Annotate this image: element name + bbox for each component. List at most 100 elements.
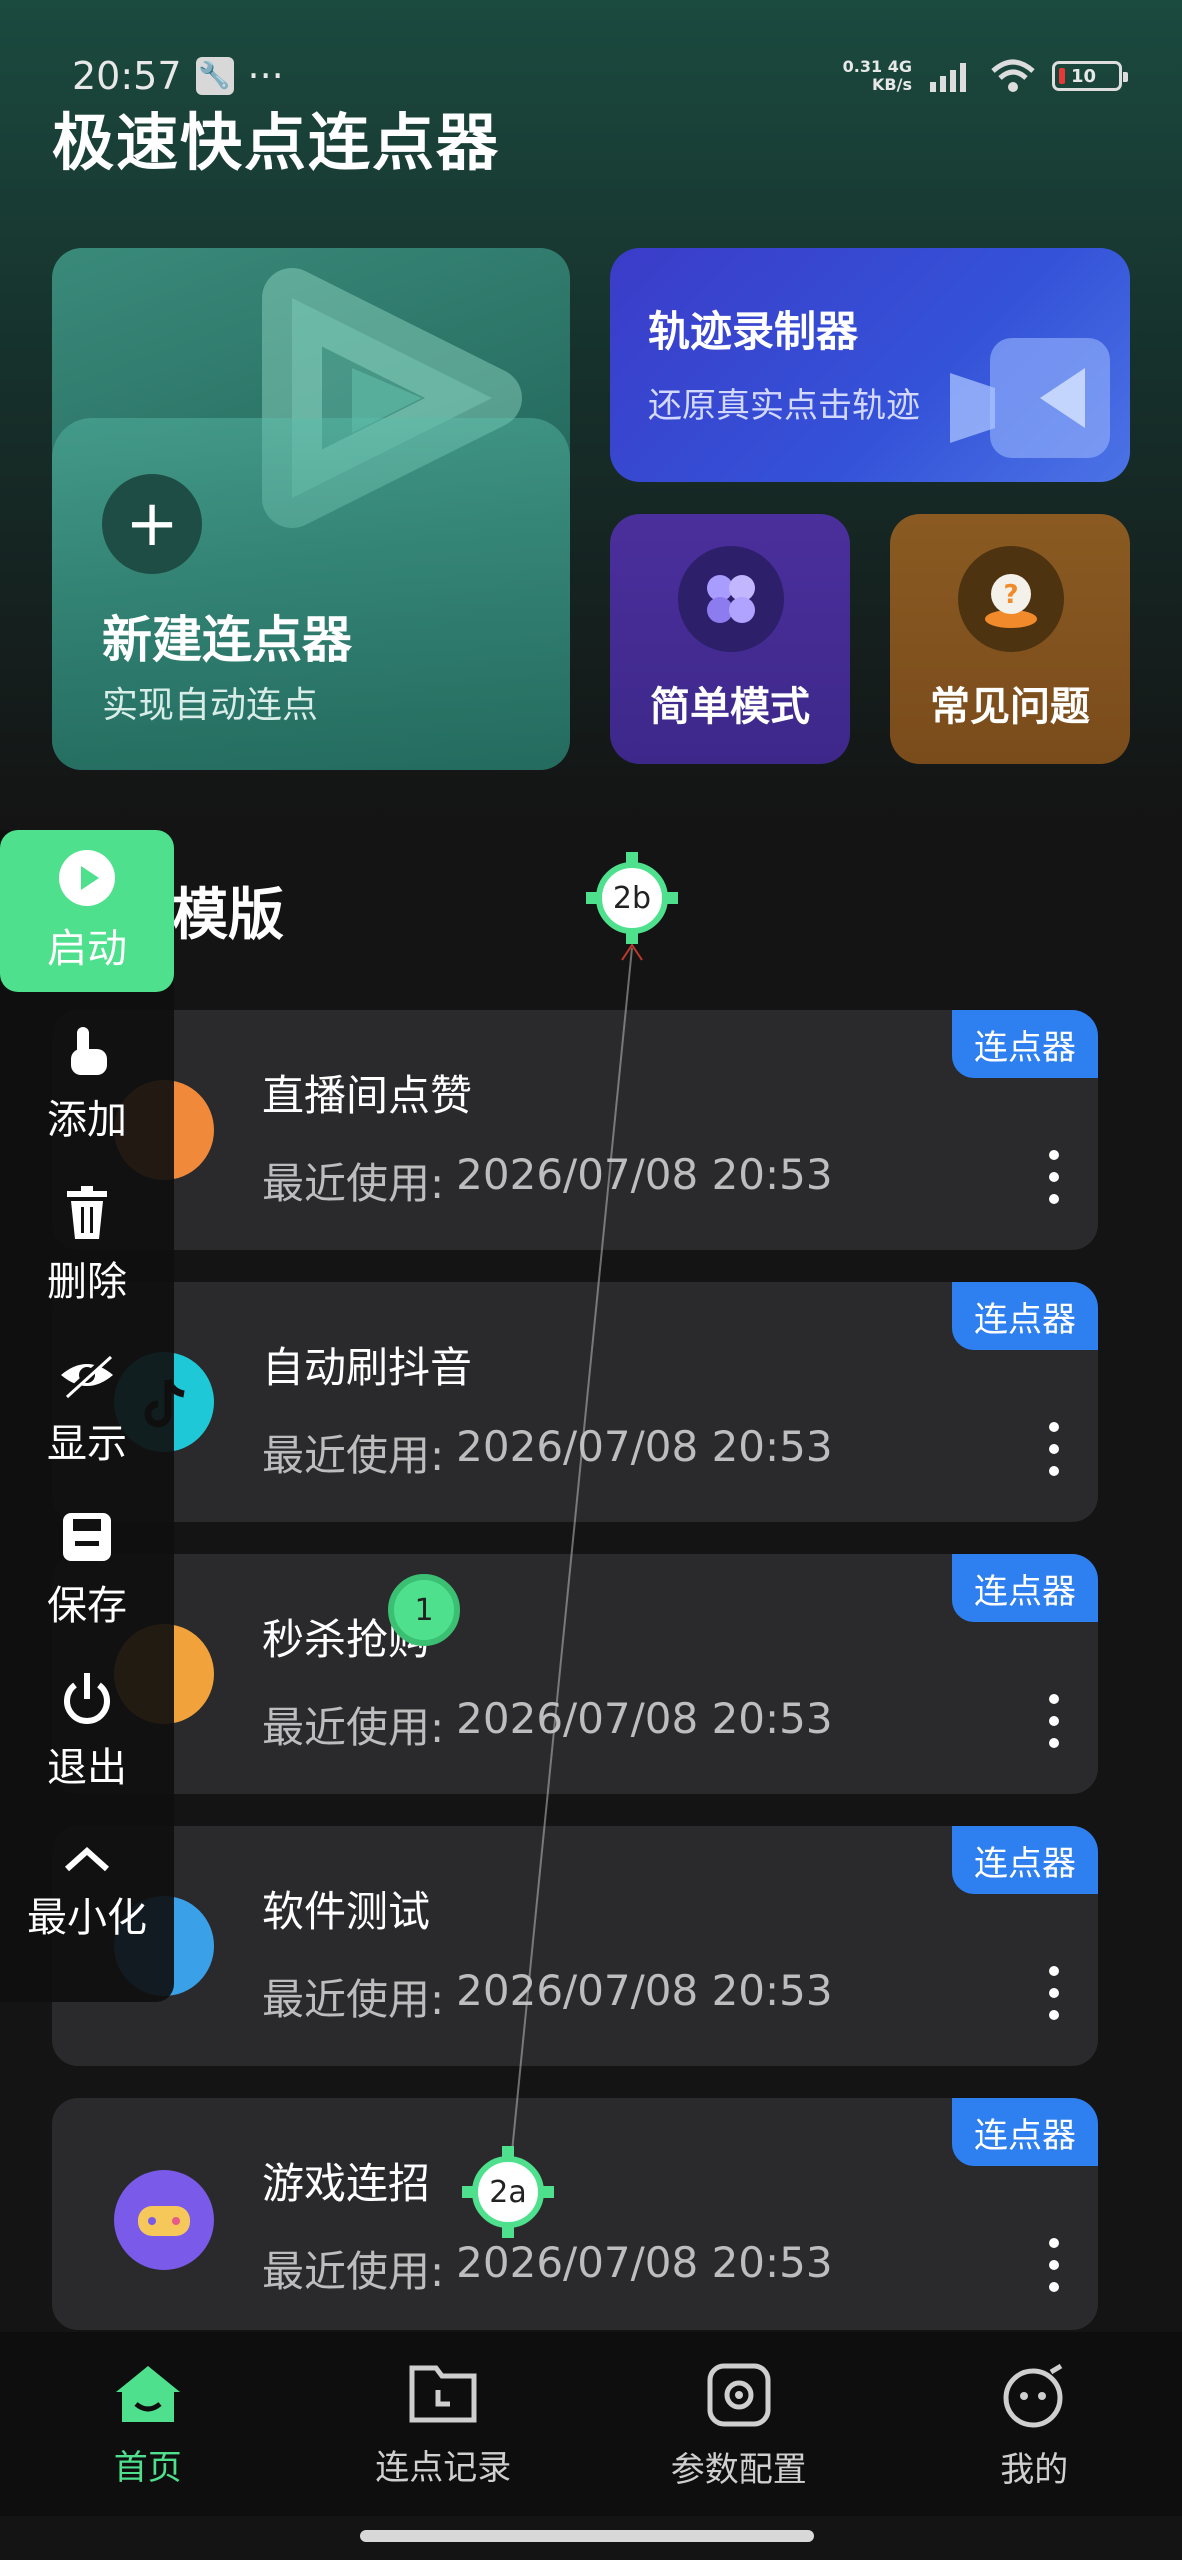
template-tag: 连点器 xyxy=(952,1554,1098,1622)
net-speed-unit: KB/s xyxy=(872,75,912,94)
trash-icon xyxy=(67,1186,107,1239)
floating-control-panel: 启动 添加 删除 显示 保存 退出 最小化 xyxy=(0,830,174,2002)
recent-time: 2026/07/08 20:53 xyxy=(456,1422,833,1471)
template-item[interactable]: 直播间点赞 最近使用: 2026/07/08 20:53 连点器 xyxy=(52,1010,1098,1250)
app-title: 极速快点连点器 xyxy=(52,106,501,179)
wifi-icon xyxy=(991,59,1035,92)
eye-hidden-icon xyxy=(61,1353,113,1399)
swipe-marker-start[interactable]: 2a xyxy=(462,2146,554,2238)
status-right: 0.31 4G KB/s 10 xyxy=(843,58,1128,94)
template-tag: 连点器 xyxy=(952,1282,1098,1350)
start-button[interactable]: 启动 xyxy=(0,830,174,992)
nav-records[interactable]: 连点记录 xyxy=(296,2332,592,2516)
more-icon[interactable] xyxy=(1044,1150,1064,1204)
new-clicker-subtitle: 实现自动连点 xyxy=(102,685,319,726)
template-name: 自动刷抖音 xyxy=(262,1343,473,1392)
video-camera-icon xyxy=(950,338,1110,458)
more-icon[interactable] xyxy=(1044,1694,1064,1748)
delete-label: 删除 xyxy=(47,1259,127,1305)
template-recent: 最近使用: 2026/07/08 20:53 xyxy=(262,1966,833,2027)
folder-clock-icon xyxy=(409,2365,477,2423)
nav-profile[interactable]: 我的 xyxy=(887,2332,1182,2516)
simple-mode-card[interactable]: 简单模式 xyxy=(610,514,850,764)
bottom-nav: 首页 连点记录 参数配置 我的 xyxy=(0,2332,1182,2516)
home-icon xyxy=(115,2366,180,2422)
show-label: 显示 xyxy=(47,1421,127,1467)
wrench-icon: 🔧 xyxy=(195,57,234,95)
template-item[interactable]: 自动刷抖音 最近使用: 2026/07/08 20:53 连点器 xyxy=(52,1282,1098,1522)
recent-label: 最近使用: xyxy=(262,1703,445,1752)
settings-icon xyxy=(707,2363,771,2427)
battery-level: 10 xyxy=(1071,65,1097,87)
net-speed: 0.31 4G KB/s xyxy=(843,58,912,94)
chevron-up-icon xyxy=(64,1846,110,1872)
add-label: 添加 xyxy=(47,1097,127,1143)
recent-time: 2026/07/08 20:53 xyxy=(456,1150,833,1199)
minimize-label: 最小化 xyxy=(27,1895,147,1941)
more-icon[interactable] xyxy=(1044,1422,1064,1476)
minimize-button[interactable]: 最小化 xyxy=(0,1816,174,1966)
delete-button[interactable]: 删除 xyxy=(0,1170,174,1320)
template-recent: 最近使用: 2026/07/08 20:53 xyxy=(262,2238,833,2299)
clover-icon xyxy=(678,546,784,652)
template-recent: 最近使用: 2026/07/08 20:53 xyxy=(262,1150,833,1211)
nav-records-label: 连点记录 xyxy=(375,2448,512,2488)
add-button[interactable]: 添加 xyxy=(0,1008,174,1158)
marker-2a-label: 2a xyxy=(472,2156,544,2228)
tap-hand-icon xyxy=(71,1027,107,1075)
home-indicator[interactable] xyxy=(360,2530,814,2542)
template-name: 直播间点赞 xyxy=(262,1071,473,1120)
exit-label: 退出 xyxy=(47,1745,127,1791)
more-icon[interactable] xyxy=(1044,2238,1064,2292)
recent-time: 2026/07/08 20:53 xyxy=(456,1966,833,2015)
marker-1-label: 1 xyxy=(388,1574,460,1646)
nav-settings[interactable]: 参数配置 xyxy=(591,2332,887,2516)
template-item[interactable]: 游戏连招 最近使用: 2026/07/08 20:53 连点器 xyxy=(52,2098,1098,2330)
template-item[interactable]: 秒杀抢购 最近使用: 2026/07/08 20:53 连点器 xyxy=(52,1554,1098,1794)
save-label: 保存 xyxy=(47,1583,127,1629)
save-icon xyxy=(63,1513,111,1561)
svg-text:?: ? xyxy=(1003,580,1018,610)
recent-label: 最近使用: xyxy=(262,1431,445,1480)
recent-time: 2026/07/08 20:53 xyxy=(456,1694,833,1743)
template-tag: 连点器 xyxy=(952,1010,1098,1078)
signal-icon xyxy=(930,63,966,92)
template-section-title: 模版 xyxy=(172,883,284,948)
faq-label: 常见问题 xyxy=(930,684,1090,730)
marker-2b-label: 2b xyxy=(596,862,668,934)
new-clicker-title: 新建连点器 xyxy=(102,611,352,669)
recent-label: 最近使用: xyxy=(262,2247,445,2296)
recent-time: 2026/07/08 20:53 xyxy=(456,2238,833,2287)
nav-home-label: 首页 xyxy=(113,2448,182,2488)
exit-button[interactable]: 退出 xyxy=(0,1656,174,1806)
show-button[interactable]: 显示 xyxy=(0,1332,174,1482)
template-tag: 连点器 xyxy=(952,1826,1098,1894)
template-tag: 连点器 xyxy=(952,2098,1098,2166)
plus-icon[interactable]: + xyxy=(102,474,202,574)
question-icon: ? xyxy=(958,546,1064,652)
nav-profile-label: 我的 xyxy=(1000,2450,1069,2490)
network-type: 4G xyxy=(887,57,912,76)
template-item[interactable]: 软件测试 最近使用: 2026/07/08 20:53 连点器 xyxy=(52,1826,1098,2066)
profile-face-icon xyxy=(1003,2363,1063,2428)
recent-label: 最近使用: xyxy=(262,1159,445,1208)
simple-mode-label: 简单模式 xyxy=(650,684,810,730)
track-recorder-card[interactable]: 轨迹录制器 还原真实点击轨迹 xyxy=(610,248,1130,482)
template-name: 软件测试 xyxy=(262,1887,431,1936)
template-recent: 最近使用: 2026/07/08 20:53 xyxy=(262,1694,833,1755)
swipe-marker-end[interactable]: 2b xyxy=(586,852,678,944)
gamepad-icon xyxy=(114,2170,214,2270)
nav-settings-label: 参数配置 xyxy=(670,2450,807,2490)
template-name: 游戏连招 xyxy=(262,2159,431,2208)
template-recent: 最近使用: 2026/07/08 20:53 xyxy=(262,1422,833,1483)
nav-home[interactable]: 首页 xyxy=(0,2332,296,2516)
save-button[interactable]: 保存 xyxy=(0,1494,174,1644)
faq-card[interactable]: ? 常见问题 xyxy=(890,514,1130,764)
track-recorder-subtitle: 还原真实点击轨迹 xyxy=(648,386,920,426)
power-icon xyxy=(64,1673,110,1724)
battery-icon: 10 xyxy=(1052,61,1128,91)
click-marker-1[interactable]: 1 xyxy=(378,1564,470,1656)
play-icon xyxy=(59,850,115,906)
net-speed-value: 0.31 xyxy=(842,57,883,76)
more-icon[interactable] xyxy=(1044,1966,1064,2020)
